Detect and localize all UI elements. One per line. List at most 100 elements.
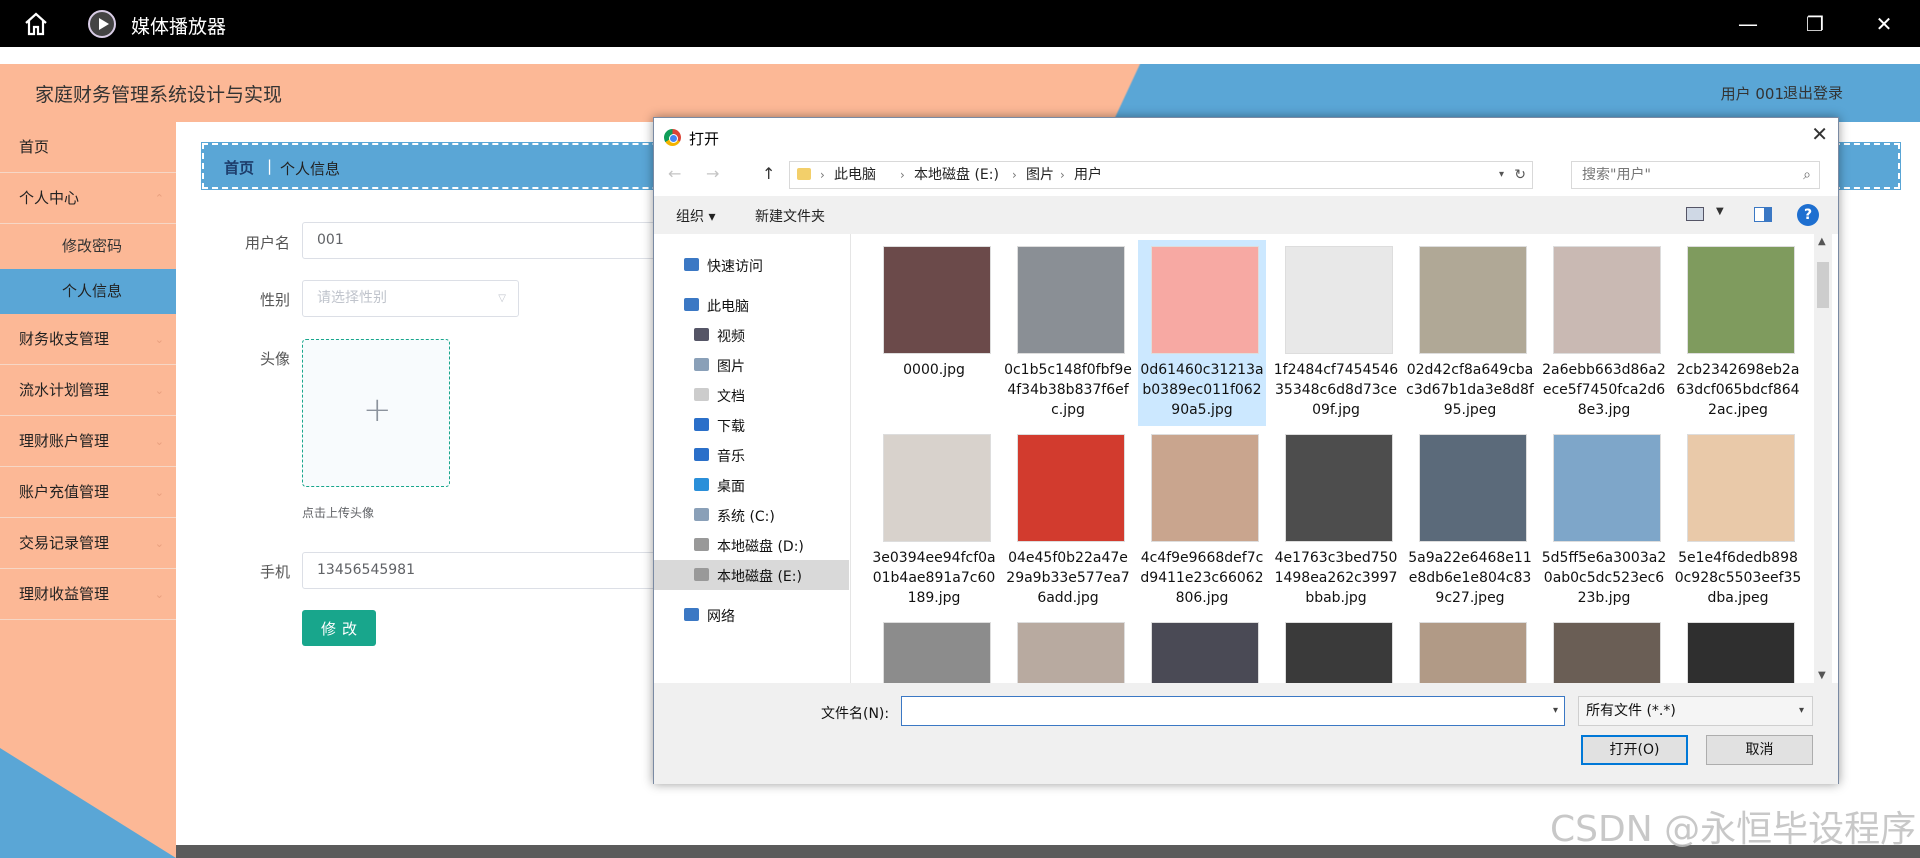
close-button[interactable]: ✕ bbox=[1868, 8, 1900, 40]
tree-item-drive-e[interactable]: 本地磁盘 (E:) bbox=[654, 560, 849, 590]
chevron-down-icon: ⌄ bbox=[154, 333, 164, 346]
scroll-down-icon[interactable]: ▼ bbox=[1818, 670, 1826, 681]
help-icon[interactable]: ? bbox=[1797, 204, 1819, 226]
sidebar-item-personal-center[interactable]: 个人中心 ⌃ bbox=[0, 173, 176, 224]
tree-item-drive-d[interactable]: 本地磁盘 (D:) bbox=[654, 530, 849, 560]
computer-icon bbox=[684, 298, 699, 311]
logout-link[interactable]: 退出登录 bbox=[1783, 82, 1843, 103]
app-header: 家庭财务管理系统设计与实现 用户 001 退出登录 bbox=[0, 64, 1920, 122]
vertical-scrollbar[interactable]: ▲ ▼ bbox=[1814, 234, 1832, 683]
minimize-button[interactable]: — bbox=[1732, 8, 1764, 40]
scrollbar-thumb[interactable] bbox=[1817, 262, 1829, 308]
sidebar-item-label: 理财账户管理 bbox=[19, 432, 110, 450]
file-item[interactable] bbox=[870, 616, 998, 683]
tree-item-documents[interactable]: 文档 bbox=[654, 380, 849, 410]
file-item[interactable] bbox=[1138, 616, 1266, 683]
file-item[interactable] bbox=[1406, 616, 1534, 683]
file-item[interactable]: 0c1b5c148f0fbf9e4f34b38b837f6efc.jpg bbox=[1004, 240, 1132, 426]
username-label: 用户名 bbox=[244, 234, 290, 252]
file-item[interactable]: 0d61460c31213ab0389ec011f06290a5.jpg bbox=[1138, 240, 1266, 426]
username-field[interactable]: 001 bbox=[302, 222, 662, 259]
file-name: 3e0394ee94fcf0a01b4ae891a7c60189.jpg bbox=[872, 550, 996, 606]
chevron-down-icon[interactable]: ▾ bbox=[1553, 697, 1558, 725]
filename-input[interactable]: ▾ bbox=[901, 696, 1565, 726]
image-thumbnail bbox=[1285, 434, 1393, 542]
address-bar[interactable]: › 此电脑 › 本地磁盘 (E:) › 图片 › 用户 ▾ ↻ bbox=[789, 161, 1533, 189]
tree-item-pictures[interactable]: 图片 bbox=[654, 350, 849, 380]
path-segment[interactable]: 用户 bbox=[1074, 162, 1102, 188]
image-thumbnail bbox=[1687, 246, 1795, 354]
open-button[interactable]: 打开(O) bbox=[1581, 735, 1688, 765]
sidebar-item-home[interactable]: 首页 bbox=[0, 122, 176, 173]
breadcrumb-home[interactable]: 首页 bbox=[224, 157, 254, 178]
filetype-select[interactable]: 所有文件 (*.*) ▾ bbox=[1578, 696, 1813, 726]
chevron-down-icon[interactable]: ▾ bbox=[1499, 162, 1504, 188]
new-folder-button[interactable]: 新建文件夹 bbox=[755, 206, 825, 226]
sidebar-subitem-change-password[interactable]: 修改密码 bbox=[0, 224, 176, 269]
sidebar-item-accounts[interactable]: 理财账户管理 ⌄ bbox=[0, 416, 176, 467]
up-arrow-icon[interactable]: ↑ bbox=[762, 164, 775, 183]
search-input[interactable]: 搜索"用户" ⌕ bbox=[1571, 161, 1820, 189]
forward-arrow-icon[interactable]: → bbox=[706, 164, 719, 183]
tree-item-music[interactable]: 音乐 bbox=[654, 440, 849, 470]
tree-item-drive-c[interactable]: 系统 (C:) bbox=[654, 500, 849, 530]
chevron-down-icon: ⌄ bbox=[154, 537, 164, 550]
chevron-down-icon: ⌄ bbox=[154, 384, 164, 397]
phone-field[interactable]: 13456545981 bbox=[302, 552, 662, 589]
gender-label: 性别 bbox=[259, 291, 290, 309]
sidebar-item-transactions[interactable]: 交易记录管理 ⌄ bbox=[0, 518, 176, 569]
refresh-icon[interactable]: ↻ bbox=[1514, 162, 1526, 188]
sidebar-item-label: 财务收支管理 bbox=[19, 330, 110, 348]
tree-item-desktop[interactable]: 桌面 bbox=[654, 470, 849, 500]
file-item[interactable]: 02d42cf8a649cbac3d67b1da3e8d8f95.jpeg bbox=[1406, 240, 1534, 426]
sidebar-item-label: 流水计划管理 bbox=[19, 381, 110, 399]
sidebar-item-recharge[interactable]: 账户充值管理 ⌄ bbox=[0, 467, 176, 518]
tree-item-network[interactable]: 网络 bbox=[654, 600, 849, 630]
file-item[interactable]: 5d5ff5e6a3003a20ab0c5dc523ec623b.jpg bbox=[1540, 428, 1668, 614]
path-segment[interactable]: 此电脑 bbox=[834, 162, 876, 188]
preview-pane-icon[interactable] bbox=[1754, 207, 1772, 222]
file-item[interactable]: 3e0394ee94fcf0a01b4ae891a7c60189.jpg bbox=[870, 428, 998, 614]
path-segment[interactable]: 图片 bbox=[1026, 162, 1054, 188]
gender-select[interactable]: 请选择性别 ▽ bbox=[302, 280, 519, 317]
sidebar-item-finance[interactable]: 财务收支管理 ⌄ bbox=[0, 314, 176, 365]
home-icon[interactable] bbox=[22, 10, 50, 38]
dialog-close-icon[interactable]: ✕ bbox=[1811, 122, 1828, 146]
folder-icon bbox=[797, 168, 811, 180]
file-item[interactable]: 4e1763c3bed7501498ea262c3997bbab.jpg bbox=[1272, 428, 1400, 614]
path-segment[interactable]: 本地磁盘 (E:) bbox=[914, 162, 999, 188]
file-item[interactable]: 5e1e4f6dedb8980c928c5503eef35dba.jpeg bbox=[1674, 428, 1802, 614]
file-item[interactable] bbox=[1004, 616, 1132, 683]
tree-item-videos[interactable]: 视频 bbox=[654, 320, 849, 350]
file-item[interactable]: 4c4f9e9668def7cd9411e23c66062806.jpg bbox=[1138, 428, 1266, 614]
back-arrow-icon[interactable]: ← bbox=[668, 164, 681, 183]
sidebar-item-returns[interactable]: 理财收益管理 ⌄ bbox=[0, 569, 176, 620]
image-thumbnail bbox=[1017, 622, 1125, 683]
sidebar-subitem-personal-info[interactable]: 个人信息 bbox=[0, 269, 176, 314]
file-item[interactable]: 2a6ebb663d86a2ece5f7450fca2d68e3.jpg bbox=[1540, 240, 1668, 426]
chevron-down-icon[interactable]: ▼ bbox=[1716, 206, 1724, 217]
restore-button[interactable]: ❐ bbox=[1799, 8, 1831, 40]
gender-placeholder: 请选择性别 bbox=[317, 290, 387, 306]
cancel-button[interactable]: 取消 bbox=[1706, 735, 1813, 765]
organize-menu[interactable]: 组织 ▾ bbox=[676, 206, 715, 226]
file-item[interactable] bbox=[1272, 616, 1400, 683]
tree-item-this-pc[interactable]: 此电脑 bbox=[654, 290, 849, 320]
chrome-icon bbox=[664, 129, 681, 146]
file-item[interactable]: 1f2484cf745454635348c6d8d73ce09f.jpg bbox=[1272, 240, 1400, 426]
file-item[interactable] bbox=[1540, 616, 1668, 683]
avatar-uploader[interactable]: + bbox=[302, 339, 450, 487]
tree-item-quick-access[interactable]: 快速访问 bbox=[654, 250, 849, 280]
scroll-up-icon[interactable]: ▲ bbox=[1818, 236, 1826, 247]
file-item[interactable]: 5a9a22e6468e11e8db6e1e804c839c27.jpeg bbox=[1406, 428, 1534, 614]
chevron-down-icon: ⌄ bbox=[154, 435, 164, 448]
file-item[interactable] bbox=[1674, 616, 1802, 683]
file-item[interactable]: 0000.jpg bbox=[870, 240, 998, 426]
save-button[interactable]: 修改 bbox=[302, 610, 376, 646]
file-name: 02d42cf8a649cbac3d67b1da3e8d8f95.jpeg bbox=[1406, 362, 1534, 418]
tree-item-downloads[interactable]: 下载 bbox=[654, 410, 849, 440]
file-item[interactable]: 04e45f0b22a47e29a9b33e577ea76add.jpg bbox=[1004, 428, 1132, 614]
sidebar-item-cashflow-plan[interactable]: 流水计划管理 ⌄ bbox=[0, 365, 176, 416]
file-item[interactable]: 2cb2342698eb2a63dcf065bdcf8642ac.jpeg bbox=[1674, 240, 1802, 426]
view-options-icon[interactable] bbox=[1686, 207, 1704, 221]
